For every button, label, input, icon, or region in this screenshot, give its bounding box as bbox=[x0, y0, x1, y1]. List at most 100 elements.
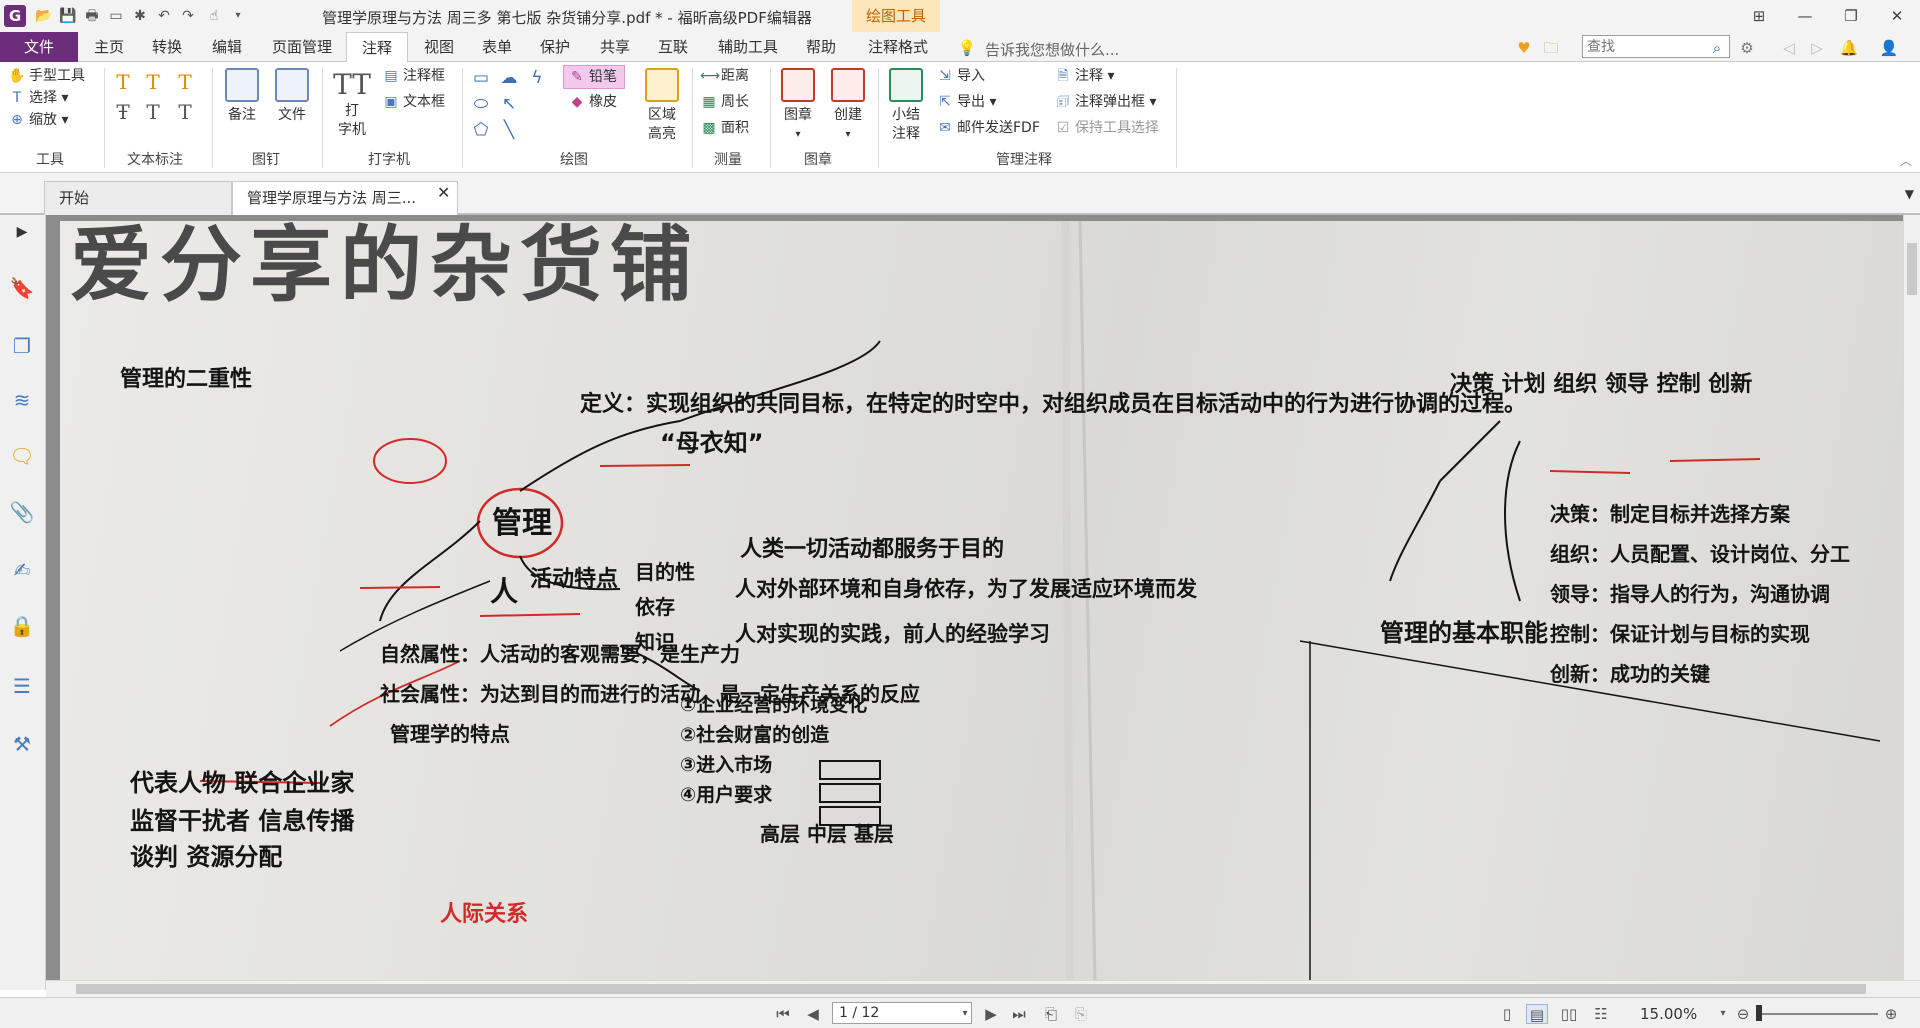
document-viewer[interactable]: 爱分享的杂货铺 定义：实现组织的共同目标，在特定的时空中，对组织成员在目标活动中… bbox=[46, 215, 1920, 990]
next-page-icon[interactable]: ▶ bbox=[980, 1004, 1002, 1024]
context-tab-drawing-tools[interactable]: 绘图工具 bbox=[852, 0, 940, 32]
save-icon[interactable]: 💾 bbox=[58, 6, 78, 26]
page-number-input[interactable]: 1 / 12 bbox=[832, 1002, 972, 1024]
print-icon[interactable]: 🖶 bbox=[82, 6, 102, 26]
expand-panel-icon[interactable]: ▶ bbox=[8, 217, 36, 247]
typewriter-button[interactable]: TT 打字机 bbox=[330, 68, 374, 140]
note-button[interactable]: 备注 bbox=[220, 68, 264, 125]
zoom-dropdown-icon[interactable]: ▾ bbox=[1712, 1004, 1734, 1024]
zoom-level[interactable]: 15.00% bbox=[1640, 1005, 1697, 1023]
import-button[interactable]: ⇲ 导入 bbox=[936, 66, 985, 86]
tab-convert[interactable]: 转换 bbox=[146, 32, 188, 62]
facing-page-icon[interactable]: ▯▯ bbox=[1558, 1004, 1580, 1024]
select-tool-button[interactable]: T 选择 ▾ bbox=[8, 88, 69, 108]
tabs-menu-icon[interactable]: ▼ bbox=[1905, 187, 1914, 201]
open-icon[interactable]: 📂 bbox=[34, 6, 54, 26]
signature-icon[interactable]: ✍ bbox=[8, 555, 36, 585]
perimeter-button[interactable]: ▦ 周长 bbox=[700, 92, 749, 112]
tab-protect[interactable]: 保护 bbox=[534, 32, 576, 62]
file-menu[interactable]: 文件 bbox=[0, 32, 78, 62]
strikeout-text-icon[interactable]: Ŧ bbox=[112, 100, 134, 124]
customize-icon[interactable]: ▾ bbox=[228, 6, 248, 26]
last-page-icon[interactable]: ⏭ bbox=[1008, 1004, 1030, 1024]
gear-icon[interactable]: ⚙ bbox=[1736, 37, 1758, 59]
arrow-icon[interactable]: ↖ bbox=[496, 94, 522, 114]
continuous-facing-icon[interactable]: ☷ bbox=[1590, 1004, 1612, 1024]
layers-icon[interactable]: ≋ bbox=[8, 385, 36, 415]
tab-comment[interactable]: 注释 bbox=[346, 32, 408, 63]
collapse-ribbon-icon[interactable]: ︿ bbox=[1900, 152, 1912, 169]
scan-icon[interactable]: ▭ bbox=[106, 6, 126, 26]
bell-icon[interactable]: 🔔 bbox=[1838, 37, 1860, 59]
vertical-scroll-thumb[interactable] bbox=[1907, 243, 1917, 295]
horizontal-scrollbar[interactable] bbox=[46, 980, 1920, 997]
textbox-button[interactable]: ▣ 文本框 bbox=[382, 92, 445, 112]
distance-button[interactable]: ⟷距离 bbox=[700, 66, 749, 86]
prev-page-icon[interactable]: ◀ bbox=[802, 1004, 824, 1024]
attachments-icon[interactable]: 📎 bbox=[8, 497, 36, 527]
close-tab-icon[interactable]: ✕ bbox=[437, 183, 450, 202]
insert-text-icon[interactable]: T bbox=[174, 100, 196, 124]
tab-help[interactable]: 帮助 bbox=[800, 32, 842, 62]
area-highlight-button[interactable]: 区域 高亮 bbox=[640, 68, 684, 144]
tools-icon[interactable]: ⚒ bbox=[8, 729, 36, 759]
zoom-in-icon[interactable]: ⊕ bbox=[1880, 1004, 1902, 1024]
layout-icon[interactable]: ⊞ bbox=[1736, 2, 1782, 30]
horizontal-scroll-thumb[interactable] bbox=[76, 984, 1866, 994]
prev-result-icon[interactable]: ◁ bbox=[1778, 37, 1800, 59]
zoom-slider-handle[interactable] bbox=[1756, 1005, 1762, 1021]
pdf-page[interactable]: 爱分享的杂货铺 定义：实现组织的共同目标，在特定的时空中，对组织成员在目标活动中… bbox=[60, 221, 1903, 984]
hand-tool-button[interactable]: ✋ 手型工具 bbox=[8, 66, 85, 86]
comments-panel-icon[interactable]: 🗨 bbox=[8, 441, 36, 471]
hand-icon[interactable]: ☝ bbox=[204, 6, 224, 26]
keep-tool-checkbox[interactable]: ☑ 保持工具选择 bbox=[1054, 118, 1159, 138]
tab-start[interactable]: 开始 bbox=[44, 181, 232, 215]
redo-icon[interactable]: ↷ bbox=[178, 6, 198, 26]
tab-edit[interactable]: 编辑 bbox=[206, 32, 248, 62]
zoom-tool-button[interactable]: ⊕ 缩放 ▾ bbox=[8, 110, 68, 130]
tab-share[interactable]: 共享 bbox=[594, 32, 636, 62]
bookmark-icon[interactable]: 🔖 bbox=[8, 273, 36, 303]
zoom-out-icon[interactable]: ⊖ bbox=[1732, 1004, 1754, 1024]
create-icon[interactable]: ✱ bbox=[130, 6, 150, 26]
file-attach-button[interactable]: 文件 bbox=[270, 68, 314, 125]
continuous-page-icon[interactable]: ▤ bbox=[1526, 1004, 1548, 1024]
pages-icon[interactable]: ❐ bbox=[8, 331, 36, 361]
line-icon[interactable]: ╲ bbox=[496, 120, 522, 140]
create-stamp-button[interactable]: 创建 ▾ bbox=[826, 68, 870, 144]
restore-icon[interactable]: ❐ bbox=[1828, 2, 1874, 30]
app-logo[interactable]: G bbox=[4, 5, 26, 27]
area-button[interactable]: ▩ 面积 bbox=[700, 118, 749, 138]
find-folder-icon[interactable]: 🗀 bbox=[1540, 37, 1562, 59]
highlight-text-icon[interactable]: T bbox=[112, 70, 134, 94]
close-icon[interactable]: ✕ bbox=[1874, 2, 1920, 30]
next-view-icon[interactable]: ⎘ bbox=[1070, 1004, 1092, 1024]
summarize-comments-button[interactable]: 小结 注释 bbox=[884, 68, 928, 144]
email-fdf-button[interactable]: ✉ 邮件发送FDF bbox=[936, 118, 1040, 138]
tab-home[interactable]: 主页 bbox=[88, 32, 130, 62]
undo-icon[interactable]: ↶ bbox=[154, 6, 174, 26]
comments-dropdown[interactable]: 🗎 注释 ▾ bbox=[1054, 66, 1114, 86]
previous-view-icon[interactable]: ⎗ bbox=[1040, 1004, 1062, 1024]
vertical-scrollbar[interactable] bbox=[1903, 215, 1920, 990]
popup-dropdown[interactable]: 🗊 注释弹出框 ▾ bbox=[1054, 92, 1157, 112]
heart-icon[interactable]: ♥ bbox=[1513, 37, 1535, 59]
page-dropdown-icon[interactable]: ▾ bbox=[954, 1004, 976, 1024]
zoom-slider[interactable] bbox=[1758, 1013, 1878, 1015]
tab-form[interactable]: 表单 bbox=[476, 32, 518, 62]
underline-text-icon[interactable]: T bbox=[174, 70, 196, 94]
export-button[interactable]: ⇱ 导出 ▾ bbox=[936, 92, 996, 112]
rectangle-icon[interactable]: ▭ bbox=[468, 68, 494, 88]
stamp-button[interactable]: 图章 ▾ bbox=[776, 68, 820, 144]
squiggly-text-icon[interactable]: T bbox=[142, 70, 164, 94]
tab-current-document[interactable]: 管理学原理与方法 周三... bbox=[232, 181, 458, 215]
oval-icon[interactable]: ⬭ bbox=[468, 94, 494, 114]
next-result-icon[interactable]: ▷ bbox=[1806, 37, 1828, 59]
tab-comment-format[interactable]: 注释格式 bbox=[862, 32, 934, 62]
tab-accessibility[interactable]: 辅助工具 bbox=[712, 32, 784, 62]
tab-view[interactable]: 视图 bbox=[418, 32, 460, 62]
lock-icon[interactable]: 🔒 bbox=[8, 611, 36, 641]
polygon-icon[interactable]: ⬠ bbox=[468, 120, 494, 140]
polyline-icon[interactable]: ϟ bbox=[524, 68, 550, 88]
cloud-icon[interactable]: ☁ bbox=[496, 68, 522, 88]
